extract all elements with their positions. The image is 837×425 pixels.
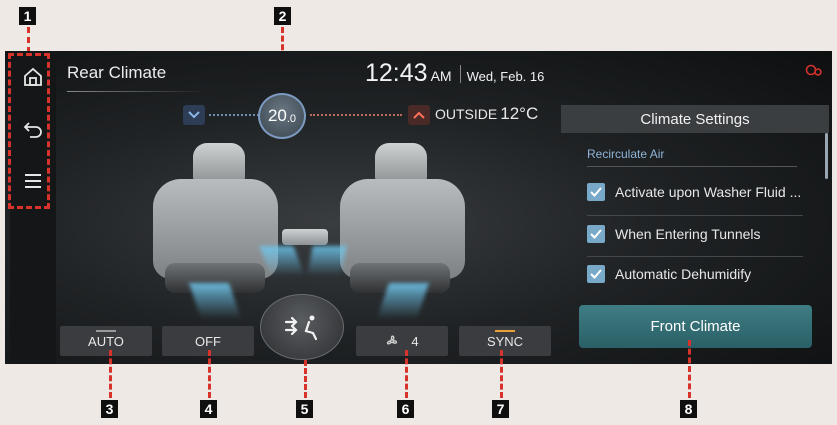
outside-value: 12°C (500, 104, 539, 123)
callout-line-3 (109, 350, 112, 398)
screen-title: Rear Climate (67, 63, 167, 82)
callout-marker-4: 4 (200, 400, 217, 418)
auto-indicator (96, 330, 116, 332)
outside-temperature: OUTSIDE 12°C (435, 104, 538, 124)
callout-box-sidebar (8, 53, 50, 209)
option-label: Automatic Dehumidify (615, 266, 752, 282)
sync-indicator (495, 330, 515, 332)
auto-label: AUTO (88, 333, 124, 349)
temperature-decimal: .0 (286, 112, 297, 125)
callout-line-8 (688, 340, 691, 398)
callout-marker-3: 3 (101, 400, 118, 418)
chevron-down-icon (188, 111, 200, 119)
callout-line-7 (500, 350, 503, 398)
row-divider (587, 215, 803, 216)
fan-icon (387, 335, 398, 345)
callout-marker-8: 8 (680, 400, 697, 418)
recirculate-air-section: Recirculate Air (587, 147, 665, 161)
temperature-dial[interactable]: 20.0 (258, 93, 306, 139)
climate-screen: Rear Climate 12:43 AM Wed, Feb. 16 20.0 OU… (5, 51, 832, 364)
title-underline (67, 91, 207, 92)
checkbox-washer-fluid[interactable] (587, 183, 605, 201)
callout-line-6 (405, 350, 408, 398)
fan-speed-button[interactable]: 4 (356, 326, 448, 356)
option-label: Activate upon Washer Fluid ... (615, 184, 802, 200)
connected-car-icon (805, 64, 822, 76)
callout-line-4 (208, 350, 211, 398)
temp-scale-left (209, 114, 259, 116)
option-label: When Entering Tunnels (615, 226, 761, 242)
callout-marker-7: 7 (492, 400, 509, 418)
temperature-value: 20 (267, 106, 287, 125)
air-direction-button[interactable] (260, 294, 344, 360)
callout-marker-5: 5 (296, 400, 313, 418)
clock-time: 12:43 (365, 59, 428, 87)
sync-button[interactable]: SYNC (459, 326, 551, 356)
option-tunnels[interactable]: When Entering Tunnels (587, 225, 761, 243)
auto-button[interactable]: AUTO (60, 326, 152, 356)
settings-scrollbar[interactable] (825, 133, 828, 179)
front-climate-button[interactable]: Front Climate (579, 305, 812, 348)
checkbox-dehumidify[interactable] (587, 265, 605, 283)
checkmark-icon (590, 229, 602, 239)
clock-ampm: AM (430, 68, 452, 84)
option-washer-fluid[interactable]: Activate upon Washer Fluid ... (587, 183, 801, 201)
row-divider (587, 256, 803, 257)
callout-marker-2: 2 (274, 7, 291, 25)
checkmark-icon (590, 187, 602, 197)
callout-marker-1: 1 (19, 7, 36, 25)
chevron-up-icon (413, 111, 425, 119)
fan-speed-value: 4 (411, 333, 419, 349)
temp-down-button[interactable] (183, 105, 205, 125)
clock: 12:43 AM Wed, Feb. 16 (365, 59, 544, 88)
climate-settings-header[interactable]: Climate Settings (561, 105, 829, 133)
outside-label: OUTSIDE (435, 106, 498, 122)
air-direction-icon (284, 315, 318, 341)
callout-marker-6: 6 (397, 400, 414, 418)
off-label: OFF (195, 333, 221, 349)
temp-up-button[interactable] (408, 105, 430, 125)
sync-label: SYNC (486, 333, 524, 349)
checkbox-tunnels[interactable] (587, 225, 605, 243)
temp-scale-right (310, 114, 402, 116)
section-divider (587, 166, 797, 167)
clock-date: Wed, Feb. 16 (466, 69, 545, 84)
callout-line-5 (304, 360, 307, 398)
checkmark-icon (590, 269, 602, 279)
option-dehumidify[interactable]: Automatic Dehumidify (587, 265, 751, 283)
callout-line-1 (27, 27, 30, 53)
